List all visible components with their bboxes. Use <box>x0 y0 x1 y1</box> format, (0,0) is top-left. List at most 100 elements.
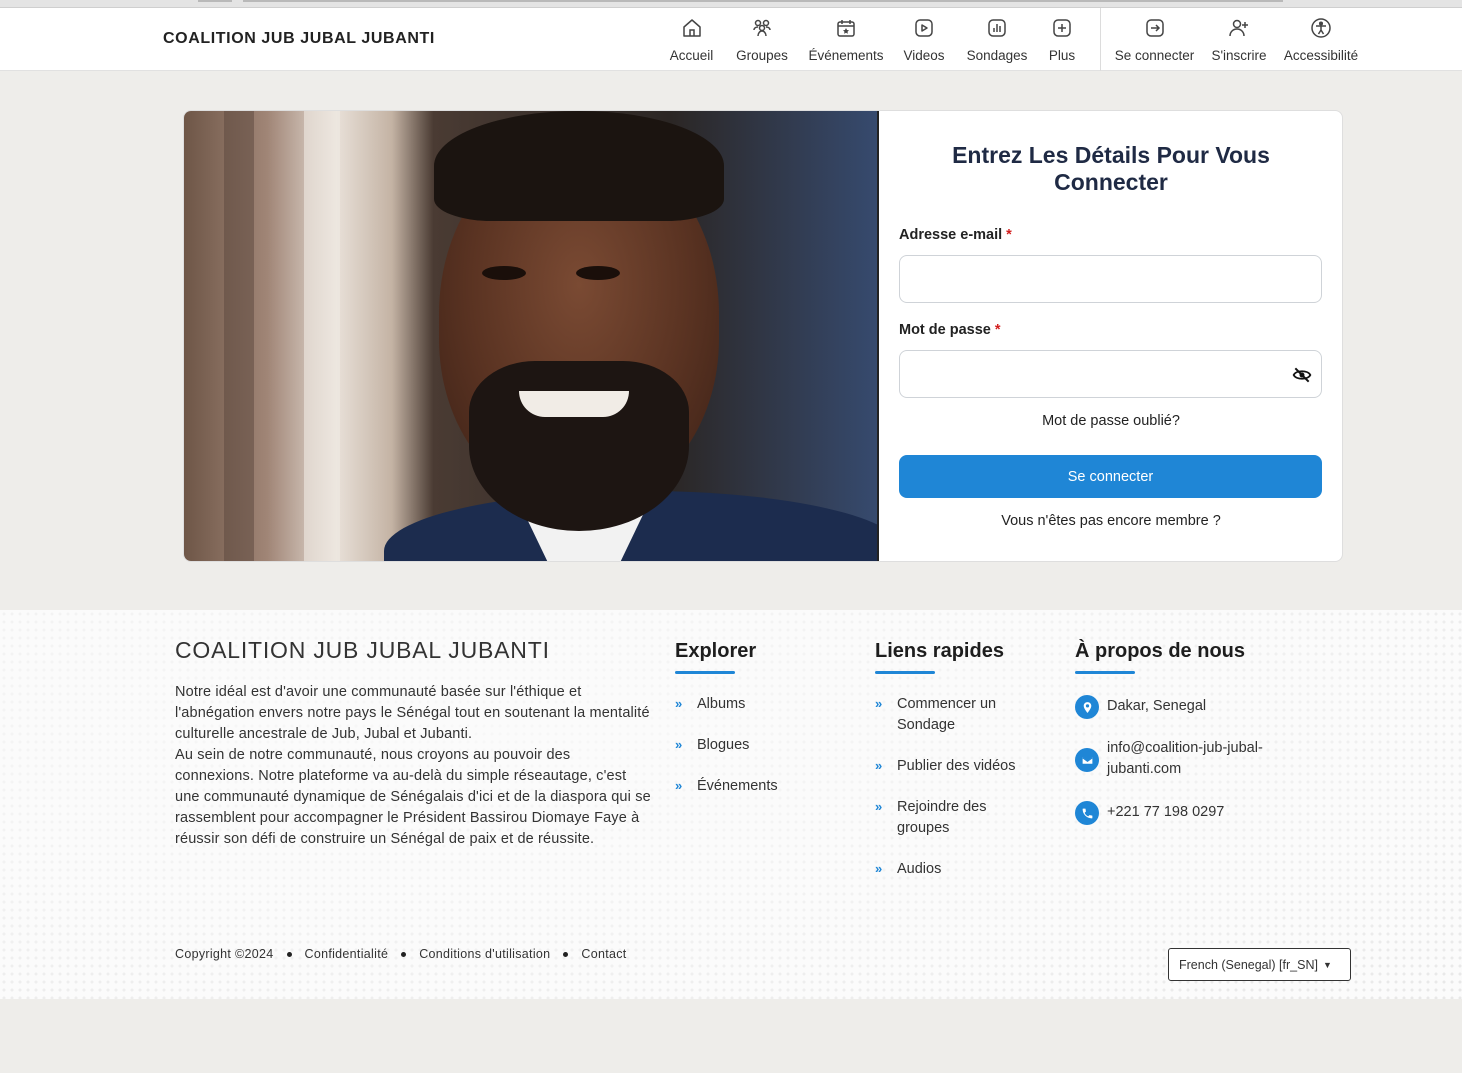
nav-evenements[interactable]: Événements <box>806 8 886 71</box>
footer-link-sondage[interactable]: » Commencer un Sondage <box>875 694 1040 736</box>
background-pillar <box>224 111 254 561</box>
double-chevron-icon: » <box>675 696 683 711</box>
contact-link[interactable]: Contact <box>581 947 626 961</box>
footer-link-blogues[interactable]: » Blogues <box>675 735 855 756</box>
footer-link-label: Événements <box>697 778 778 794</box>
required-mark: * <box>994 322 1001 338</box>
nav-label: Videos <box>903 48 945 63</box>
footer-link-videos[interactable]: » Publier des vidéos <box>875 756 1050 777</box>
footer-link-albums[interactable]: » Albums <box>675 694 855 715</box>
about-us-heading: À propos de nous <box>1075 640 1245 674</box>
double-chevron-icon: » <box>675 778 683 793</box>
copyright-text: Copyright ©2024 <box>175 947 274 961</box>
footer-bottom-links: Copyright ©2024 Confidentialité Conditio… <box>175 947 627 961</box>
explorer-heading: Explorer <box>675 640 757 674</box>
double-chevron-icon: » <box>875 696 883 711</box>
map-pin-icon <box>1075 695 1099 719</box>
login-icon <box>1145 19 1164 37</box>
signup-link[interactable]: Vous n'êtes pas encore membre ? <box>899 513 1323 529</box>
double-chevron-icon: » <box>675 737 683 752</box>
nav-label: Accueil <box>669 48 714 63</box>
contact-phone[interactable]: +221 77 198 0297 <box>1075 801 1305 825</box>
accessibility-icon <box>1311 18 1331 38</box>
nav-label: Sondages <box>966 48 1028 63</box>
portrait-eye <box>576 266 620 280</box>
required-mark: * <box>1006 227 1012 243</box>
double-chevron-icon: » <box>875 861 883 876</box>
login-card: Entrez Les Détails Pour Vous Connecter A… <box>183 110 1343 562</box>
password-label-text: Mot de passe <box>899 322 991 338</box>
login-button[interactable]: Se connecter <box>899 455 1322 498</box>
footer-link-audios[interactable]: » Audios <box>875 859 1040 880</box>
plus-square-icon <box>1053 19 1071 37</box>
background-pillar <box>304 111 340 561</box>
email-label-text: Adresse e-mail <box>899 227 1003 243</box>
envelope-icon <box>1075 748 1099 772</box>
nav-se-connecter[interactable]: Se connecter <box>1110 8 1199 71</box>
forgot-password-link[interactable]: Mot de passe oublié? <box>899 413 1323 429</box>
privacy-link[interactable]: Confidentialité <box>305 947 389 961</box>
password-label: Mot de passe * <box>899 322 1001 338</box>
play-icon <box>915 19 933 37</box>
site-header: COALITION JUB JUBAL JUBANTI Accueil Grou… <box>0 8 1462 71</box>
footer-brand: COALITION JUB JUBAL JUBANTI <box>175 637 550 663</box>
site-brand[interactable]: COALITION JUB JUBAL JUBANTI <box>163 30 435 48</box>
location-text: Dakar, Senegal <box>1107 698 1207 714</box>
nav-plus[interactable]: Plus <box>1047 8 1077 71</box>
nav-accueil[interactable]: Accueil <box>668 8 715 71</box>
nav-sondages[interactable]: Sondages <box>964 8 1030 71</box>
portrait-photo <box>184 111 879 561</box>
password-field[interactable] <box>899 350 1322 398</box>
footer-link-label: Audios <box>897 861 942 877</box>
nav-videos[interactable]: Videos <box>901 8 947 71</box>
nav-groupes[interactable]: Groupes <box>733 8 791 71</box>
portrait-hair <box>434 111 724 221</box>
email-field[interactable] <box>899 255 1322 303</box>
calendar-star-icon <box>837 20 855 37</box>
users-icon <box>753 19 771 37</box>
separator-dot <box>401 951 407 957</box>
language-select[interactable]: French (Senegal) [fr_SN] ▼ <box>1168 948 1351 981</box>
portrait-beard <box>469 361 689 531</box>
footer-about: Notre idéal est d'avoir une communauté b… <box>175 682 653 850</box>
phone-text: +221 77 198 0297 <box>1107 804 1225 820</box>
account-nav: Se connecter S'inscrire Accessibilité <box>1110 8 1363 71</box>
contact-location: Dakar, Senegal <box>1075 695 1305 719</box>
double-chevron-icon: » <box>875 758 883 773</box>
footer-link-evenements[interactable]: » Événements <box>675 776 855 797</box>
footer-link-label: Albums <box>697 696 746 712</box>
eye-off-icon[interactable] <box>1292 365 1312 385</box>
email-text: info@coalition-jub-jubal-jubanti.com <box>1107 740 1263 777</box>
login-title: Entrez Les Détails Pour Vous Connecter <box>952 142 1270 195</box>
footer-link-label: Blogues <box>697 737 750 753</box>
email-label: Adresse e-mail * <box>899 227 1012 243</box>
portrait-smile <box>519 391 629 417</box>
nav-accessibilite[interactable]: Accessibilité <box>1279 8 1363 71</box>
nav-sinscrire[interactable]: S'inscrire <box>1208 8 1270 71</box>
main-nav: Accueil Groupes Événements Videos Sondag… <box>668 8 1077 71</box>
footer-link-label: Rejoindre des groupes <box>897 799 987 836</box>
browser-address-bar <box>243 0 1283 2</box>
contact-email[interactable]: info@coalition-jub-jubal-jubanti.com <box>1075 738 1305 780</box>
site-footer: COALITION JUB JUBAL JUBANTI Notre idéal … <box>0 610 1462 999</box>
separator-dot <box>286 951 292 957</box>
nav-label: Événements <box>808 48 884 63</box>
portrait-eye <box>482 266 526 280</box>
nav-label: Se connecter <box>1114 48 1195 63</box>
browser-tab-indicator <box>198 0 232 2</box>
nav-label: S'inscrire <box>1211 48 1267 63</box>
separator-dot <box>563 951 569 957</box>
nav-label: Accessibilité <box>1283 48 1359 63</box>
quick-links-heading: Liens rapides <box>875 640 1004 674</box>
footer-link-label: Publier des vidéos <box>897 758 1016 774</box>
home-icon <box>682 19 701 37</box>
nav-label: Plus <box>1048 48 1076 63</box>
browser-top-strip <box>0 0 1462 8</box>
nav-label: Groupes <box>736 48 788 63</box>
nav-divider <box>1100 8 1101 71</box>
footer-link-groupes[interactable]: » Rejoindre des groupes <box>875 797 1025 839</box>
terms-link[interactable]: Conditions d'utilisation <box>419 947 550 961</box>
caret-down-icon: ▼ <box>1322 959 1332 970</box>
footer-link-label: Commencer un Sondage <box>897 696 997 733</box>
user-plus-icon <box>1229 19 1248 37</box>
